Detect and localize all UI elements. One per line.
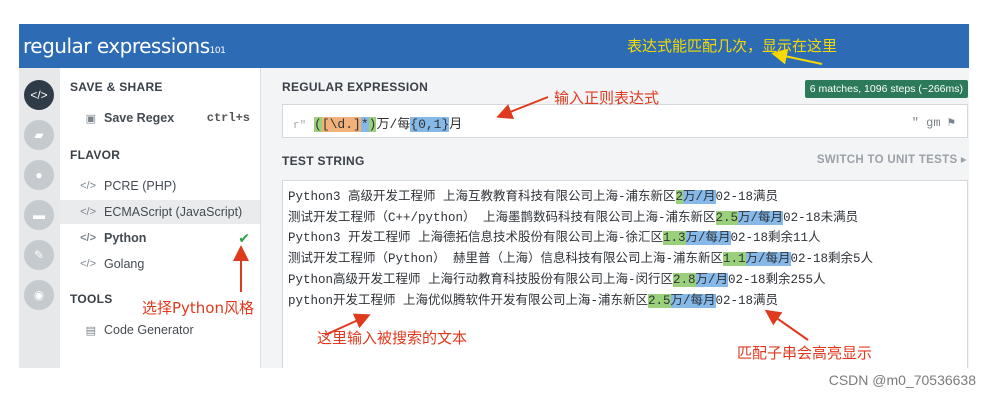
annotation-arrows	[233, 48, 823, 341]
arrow-to-regex	[496, 96, 549, 120]
annotation-highlight: 匹配子串会高亮显示	[737, 344, 873, 362]
annotation-match-count: 表达式能匹配几次，显示在这里	[627, 37, 838, 55]
annotation-test-input: 这里输入被搜索的文本	[317, 329, 468, 347]
watermark: CSDN @m0_70536638	[828, 372, 976, 388]
annotation-regex-input: 输入正则表达式	[554, 89, 660, 107]
annotation-flavor: 选择Python风格	[142, 299, 254, 317]
arrow-to-highlight	[764, 309, 809, 341]
